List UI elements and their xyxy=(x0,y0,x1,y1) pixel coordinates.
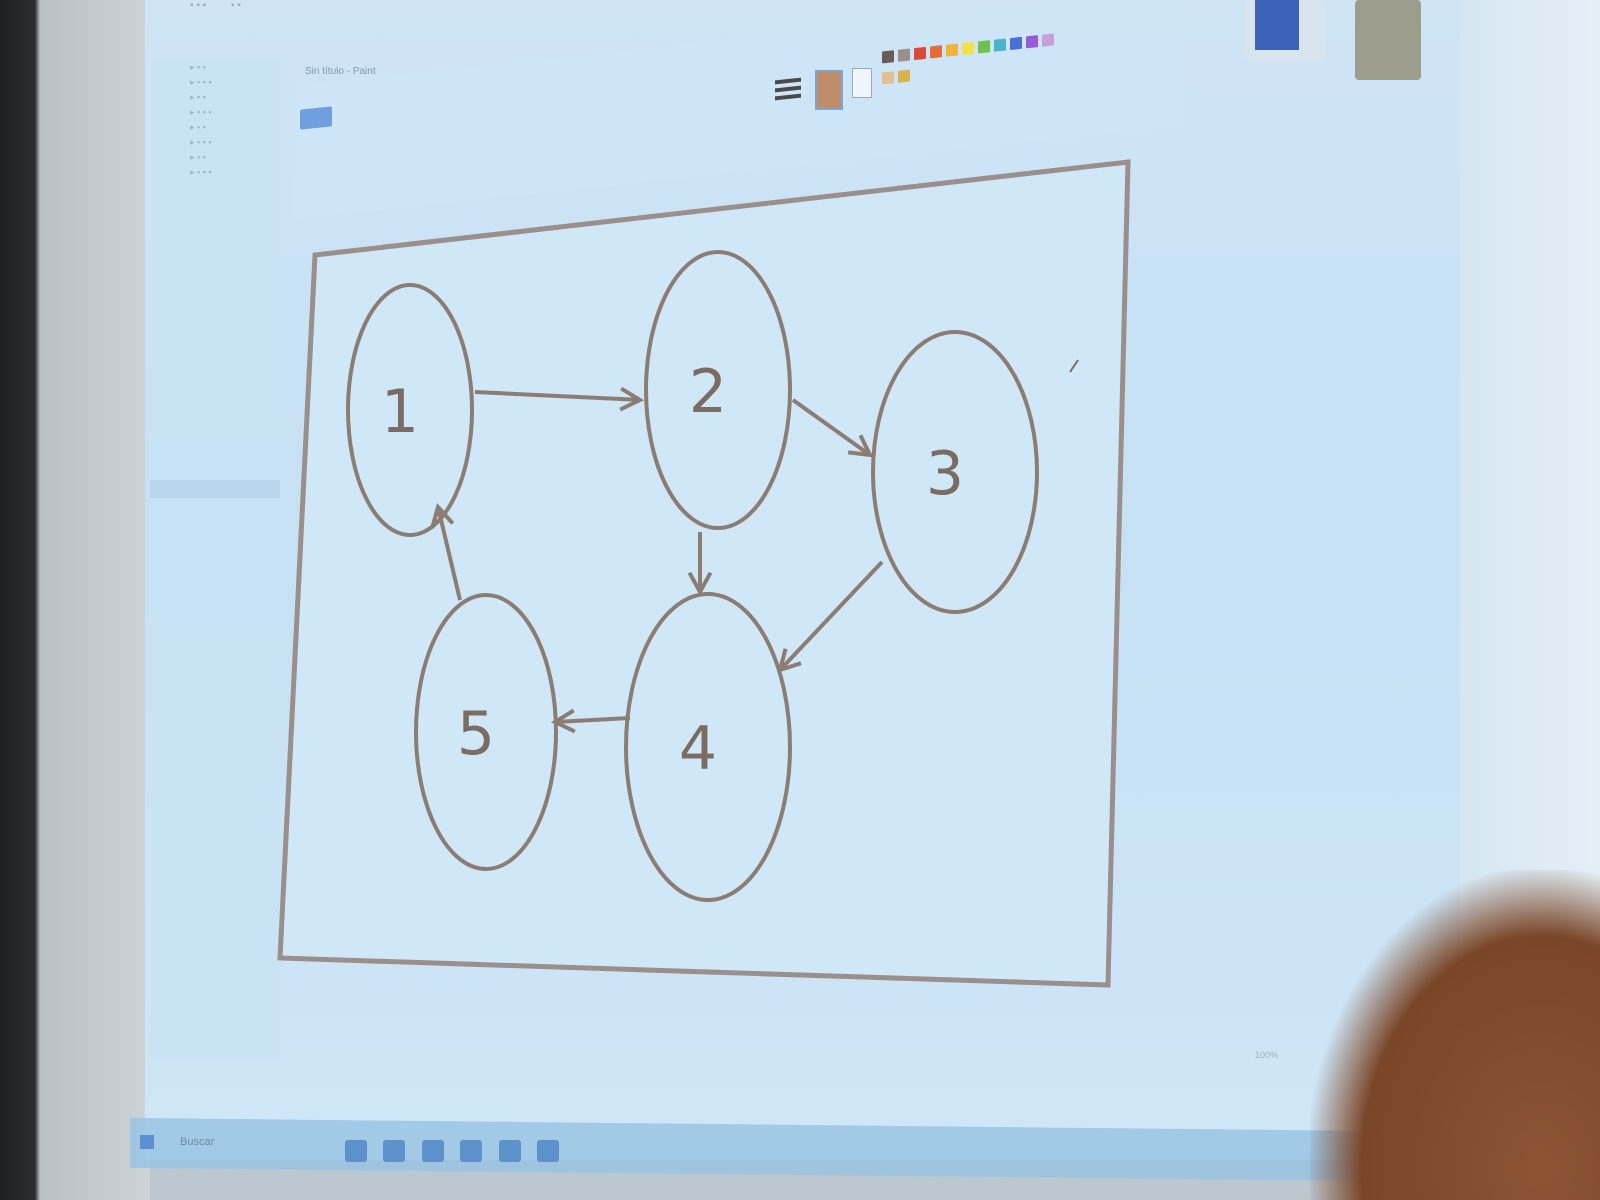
taskbar-search[interactable]: Buscar xyxy=(180,1136,214,1148)
task-app-icon[interactable] xyxy=(498,1140,521,1162)
node-2-label: 2 xyxy=(689,357,727,427)
task-app-icon[interactable] xyxy=(460,1140,483,1162)
task-app-icon[interactable] xyxy=(345,1140,367,1162)
task-app-icon[interactable] xyxy=(421,1140,444,1162)
finger-occlusion xyxy=(1310,870,1600,1200)
windows-start-icon[interactable] xyxy=(140,1135,154,1149)
status-bar: 100% xyxy=(255,1010,1315,1060)
node-5-label: 5 xyxy=(457,699,495,769)
node-1-label: 1 xyxy=(381,377,419,447)
task-app-icon[interactable] xyxy=(383,1140,406,1162)
node-4-label: 4 xyxy=(679,714,717,784)
taskbar-icons xyxy=(345,1140,571,1167)
task-app-icon[interactable] xyxy=(537,1140,560,1162)
node-3-label: 3 xyxy=(926,439,964,509)
zoom-level: 100% xyxy=(1255,1050,1279,1060)
